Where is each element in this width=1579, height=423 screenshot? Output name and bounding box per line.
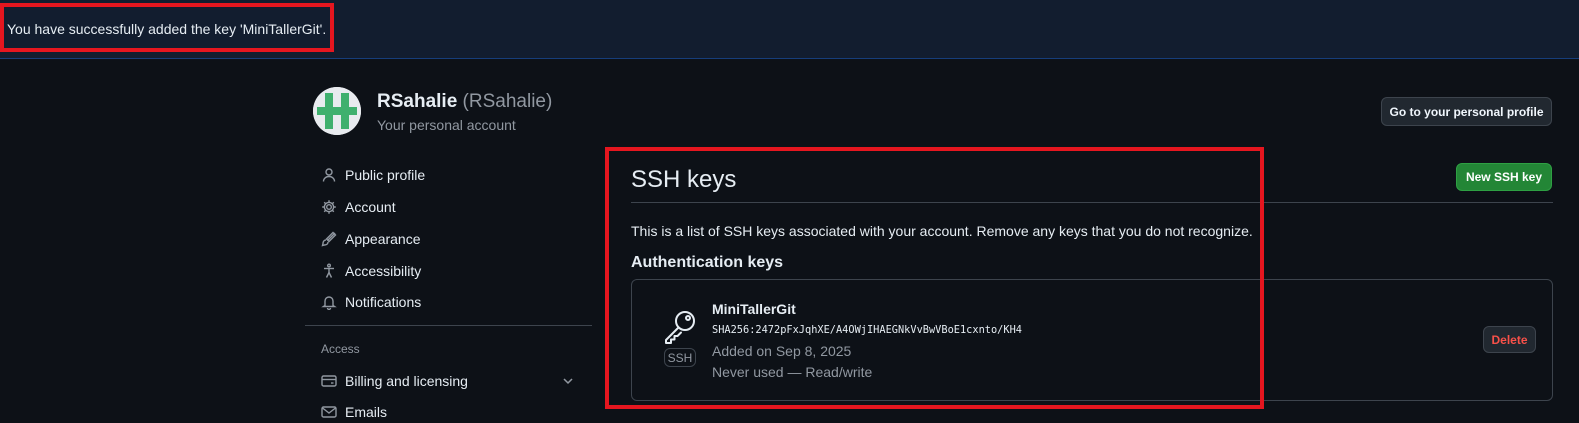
sidebar-item-label: Billing and licensing [345, 373, 468, 389]
sidebar-item-label: Emails [345, 404, 388, 420]
person-icon [321, 167, 337, 183]
key-icon [663, 309, 697, 345]
account-name: RSahalie (RSahalie) [377, 91, 552, 113]
delete-ssh-key-button[interactable]: Delete [1483, 326, 1536, 353]
paintbrush-icon [321, 231, 337, 247]
sidebar-item-public-profile[interactable]: Public profile [321, 164, 425, 186]
new-ssh-key-button[interactable]: New SSH key [1456, 163, 1552, 191]
sidebar-item-accessibility[interactable]: Accessibility [321, 260, 421, 282]
account-display-name: RSahalie [377, 91, 458, 112]
title-divider [631, 202, 1553, 203]
bell-icon [321, 294, 337, 310]
sidebar-item-billing[interactable]: Billing and licensing [321, 370, 468, 392]
sidebar-item-emails[interactable]: Emails [321, 401, 387, 423]
avatar[interactable] [313, 87, 361, 135]
account-login: (RSahalie) [462, 91, 553, 112]
sidebar-item-label: Appearance [345, 231, 421, 247]
ssh-key-title: MiniTallerGit [712, 301, 796, 317]
ssh-key-fingerprint: SHA256:2472pFxJqhXE/A4OWjIHAEGNkVvBwVBoE… [712, 324, 1022, 336]
mail-icon [321, 404, 337, 420]
sidebar-item-label: Accessibility [345, 263, 422, 279]
flash-message: You have successfully added the key 'Min… [7, 21, 327, 37]
ssh-keys-description: This is a list of SSH keys associated wi… [631, 223, 1253, 239]
account-subtitle: Your personal account [377, 117, 516, 133]
gear-icon [321, 199, 337, 215]
sidebar-item-label: Notifications [345, 294, 422, 310]
ssh-key-added-date: Added on Sep 8, 2025 [712, 343, 852, 359]
chevron-down-icon[interactable] [561, 374, 575, 388]
go-to-profile-button[interactable]: Go to your personal profile [1381, 97, 1552, 126]
sidebar-item-label: Public profile [345, 167, 426, 183]
sidebar-item-label: Account [345, 199, 396, 215]
flash-banner: You have successfully added the key 'Min… [0, 0, 1579, 59]
sidebar-item-notifications[interactable]: Notifications [321, 291, 421, 313]
ssh-type-badge: SSH [664, 348, 696, 367]
page-title: SSH keys [631, 166, 737, 193]
sidebar-item-appearance[interactable]: Appearance [321, 228, 421, 250]
credit-card-icon [321, 373, 337, 389]
sidebar-section-access: Access [321, 342, 360, 356]
sidebar-divider [305, 325, 592, 326]
sidebar-item-account[interactable]: Account [321, 196, 396, 218]
ssh-key-list-item [631, 279, 1553, 401]
accessibility-icon [321, 263, 337, 279]
ssh-key-usage: Never used — Read/write [712, 364, 873, 380]
authentication-keys-heading: Authentication keys [631, 254, 784, 271]
